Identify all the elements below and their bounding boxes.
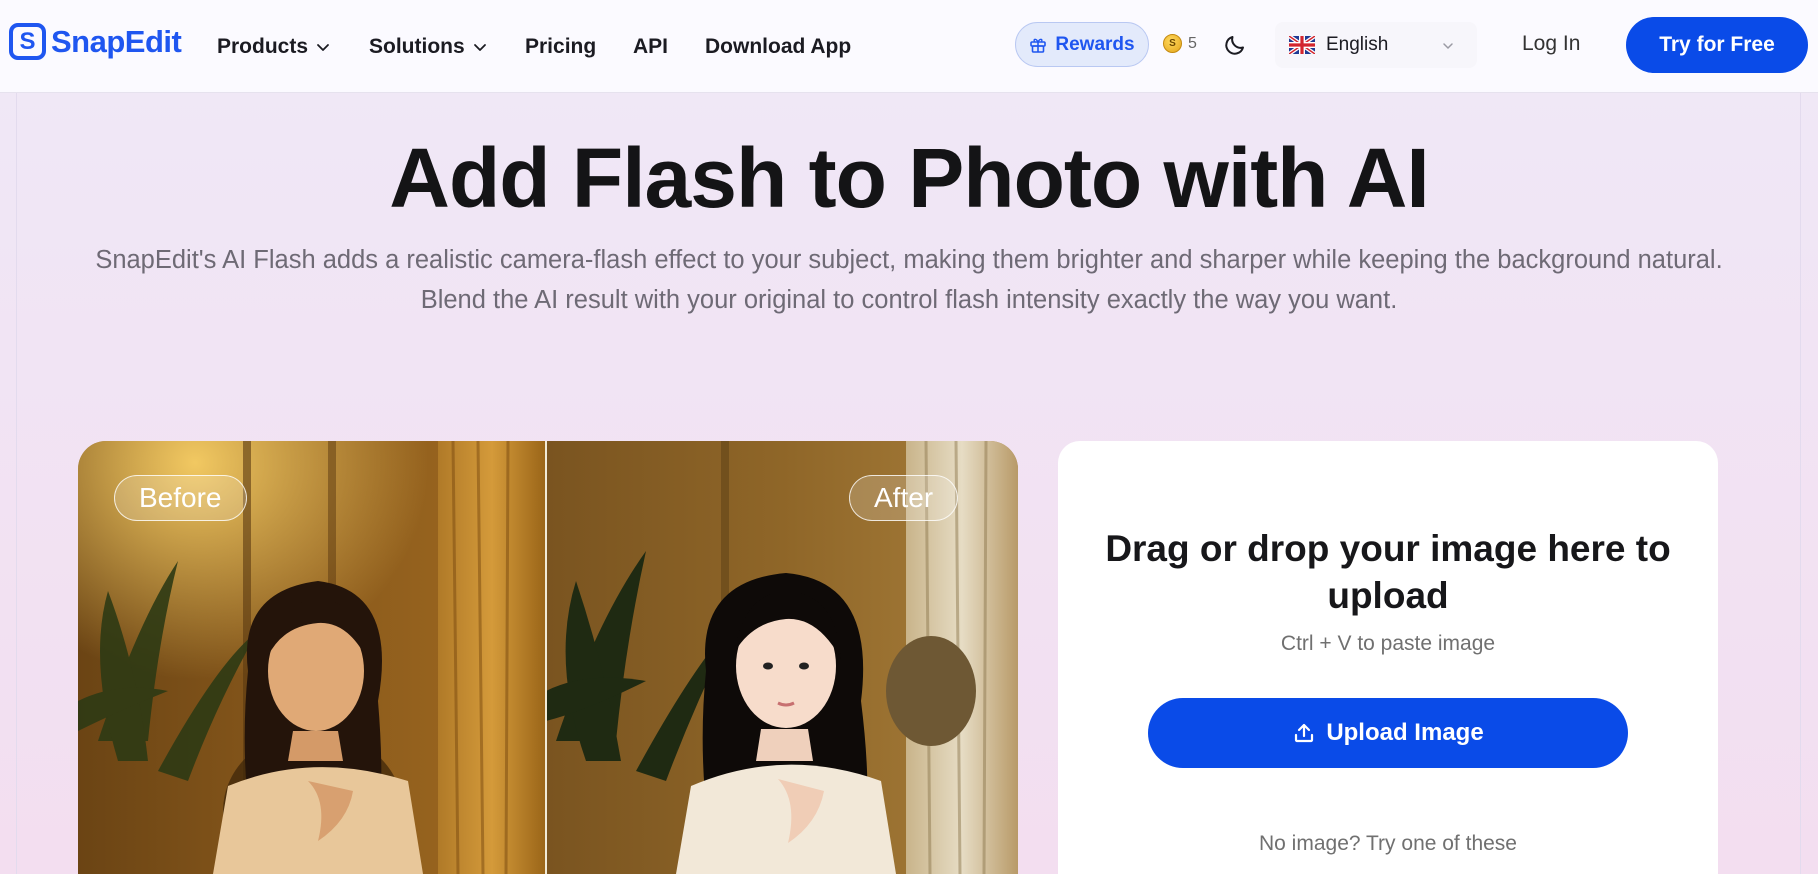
nav-api[interactable]: API [633,35,668,59]
try-for-free-button[interactable]: Try for Free [1626,17,1808,73]
gift-icon [1030,38,1047,53]
dropzone-title: Drag or drop your image here to upload [1105,528,1671,616]
paste-hint: Ctrl + V to paste image [1280,632,1496,655]
chevron-down-icon [473,43,486,51]
chevron-down-icon [1443,43,1453,50]
after-label: After [849,475,959,521]
language-label: English [1326,34,1389,55]
nav-solutions-label: Solutions [369,34,465,58]
upload-button-label: Upload Image [1326,719,1484,746]
page-title: Add Flash to Photo with AI [389,131,1429,225]
rewards-button[interactable]: Rewards [1015,22,1149,67]
top-navbar: S SnapEdit Products Solutions Pricing AP… [0,0,1818,93]
upload-image-button[interactable]: Upload Image [1148,698,1628,768]
coin-icon: S [1163,34,1182,53]
nav-products[interactable]: Products [217,35,330,59]
before-label: Before [114,475,247,521]
coin-count: 5 [1188,34,1197,52]
snapedit-logo[interactable]: S SnapEdit [9,23,182,60]
sample-images-label: No image? Try one of these [1259,832,1517,855]
nav-solutions[interactable]: Solutions [369,35,487,59]
before-after-comparison[interactable]: Before After [78,441,1018,874]
rewards-label: Rewards [1055,33,1135,55]
uk-flag-icon [1289,36,1315,54]
brand-name: SnapEdit [51,23,182,59]
upload-icon [1295,723,1314,743]
nav-download-app[interactable]: Download App [705,35,851,59]
login-link[interactable]: Log In [1522,32,1580,56]
nav-pricing[interactable]: Pricing [525,35,596,59]
dark-mode-moon-icon[interactable] [1223,31,1249,57]
coin-balance: S 5 [1163,34,1197,53]
page-subtitle: SnapEdit's AI Flash adds a realistic cam… [95,246,1723,314]
language-select[interactable]: English [1275,22,1477,68]
chevron-down-icon [317,43,329,51]
upload-dropzone[interactable]: Drag or drop your image here to upload C… [1058,441,1718,874]
nav-products-label: Products [217,34,309,58]
comparison-slider-handle[interactable] [545,441,547,874]
logo-icon: S [9,23,46,60]
